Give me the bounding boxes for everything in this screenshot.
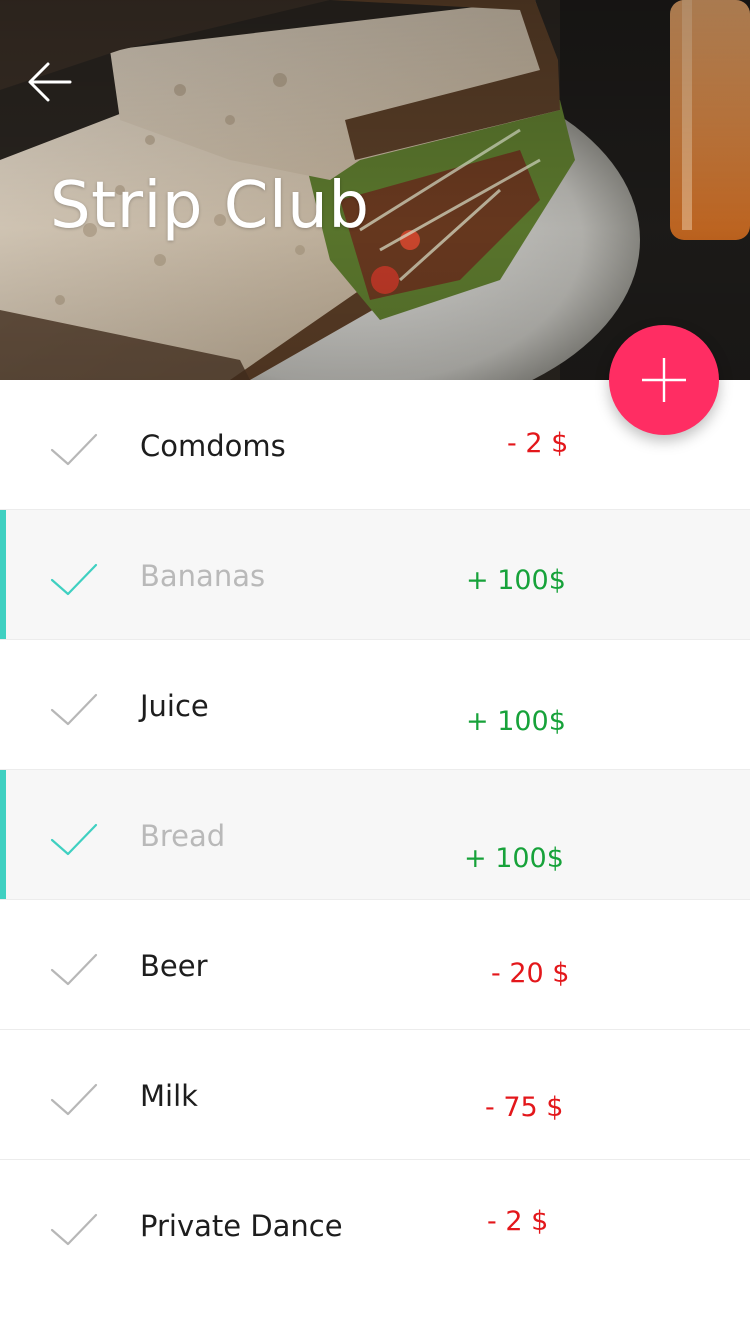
check-icon[interactable] (50, 822, 98, 858)
item-label: Private Dance (140, 1209, 343, 1243)
check-icon[interactable] (50, 1082, 98, 1118)
check-icon[interactable] (50, 562, 98, 598)
item-amount: - 2 $ (507, 428, 569, 459)
item-amount: - 75 $ (485, 1092, 564, 1123)
item-list: Comdoms - 2 $ Bananas + 100$ Juice + 100… (0, 380, 750, 1290)
list-item[interactable]: Bread + 100$ (0, 770, 750, 900)
item-amount: - 20 $ (491, 958, 570, 989)
item-label: Juice (140, 689, 209, 723)
item-label: Milk (140, 1079, 198, 1113)
check-icon[interactable] (50, 1212, 98, 1248)
item-label: Beer (140, 949, 208, 983)
back-button[interactable] (26, 58, 74, 106)
arrow-left-icon (28, 62, 72, 102)
check-icon[interactable] (50, 432, 98, 468)
item-amount: + 100$ (466, 706, 566, 737)
plus-icon (642, 358, 686, 402)
item-amount: - 2 $ (487, 1206, 549, 1237)
item-label: Comdoms (140, 429, 286, 463)
item-amount: + 100$ (466, 565, 566, 596)
item-label: Bananas (140, 559, 266, 593)
check-icon[interactable] (50, 952, 98, 988)
check-icon[interactable] (50, 692, 98, 728)
list-item[interactable]: Milk - 75 $ (0, 1030, 750, 1160)
item-amount: + 100$ (464, 843, 564, 874)
list-item[interactable]: Private Dance - 2 $ (0, 1160, 750, 1290)
list-item[interactable]: Bananas + 100$ (0, 510, 750, 640)
list-item[interactable]: Juice + 100$ (0, 640, 750, 770)
list-item[interactable]: Beer - 20 $ (0, 900, 750, 1030)
page-title: Strip Club (50, 169, 370, 243)
item-label: Bread (140, 819, 226, 853)
header-image: Strip Club (0, 0, 750, 380)
add-item-button[interactable] (609, 325, 719, 435)
